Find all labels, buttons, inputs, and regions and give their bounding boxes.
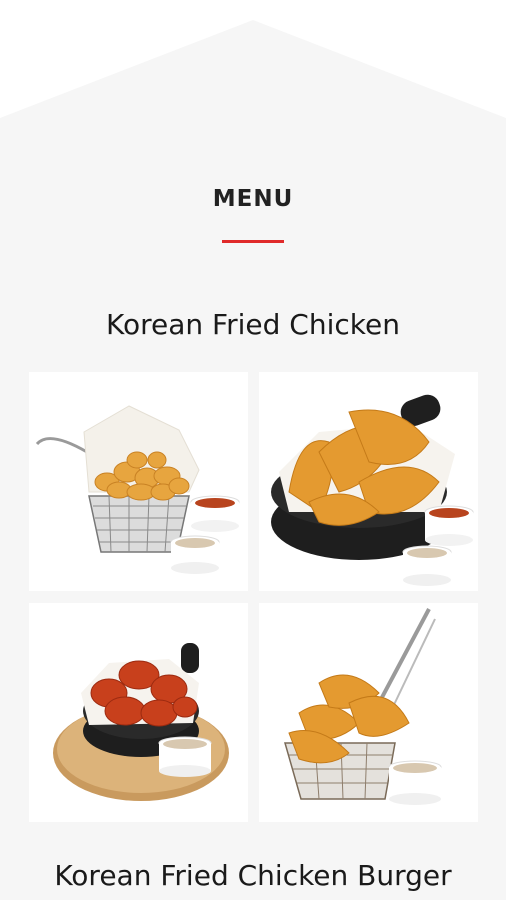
section-heading-korean-fried-chicken: Korean Fried Chicken (106, 308, 400, 341)
product-card-1[interactable] (29, 372, 248, 591)
section-heading-korean-fried-chicken-burger: Korean Fried Chicken Burger (54, 859, 452, 892)
menu-title: MENU (212, 186, 294, 212)
product-card-4[interactable] (259, 603, 478, 822)
product-card-3[interactable] (29, 603, 248, 822)
product-grid (29, 372, 478, 822)
product-card-2[interactable] (259, 372, 478, 591)
chicken-strips-fry-basket-image (259, 603, 478, 822)
title-underline (222, 240, 284, 243)
fried-chicken-basket-image (29, 372, 248, 591)
fried-chicken-tenders-pan-image (259, 372, 478, 591)
sauced-chicken-wings-board-image (29, 603, 248, 822)
